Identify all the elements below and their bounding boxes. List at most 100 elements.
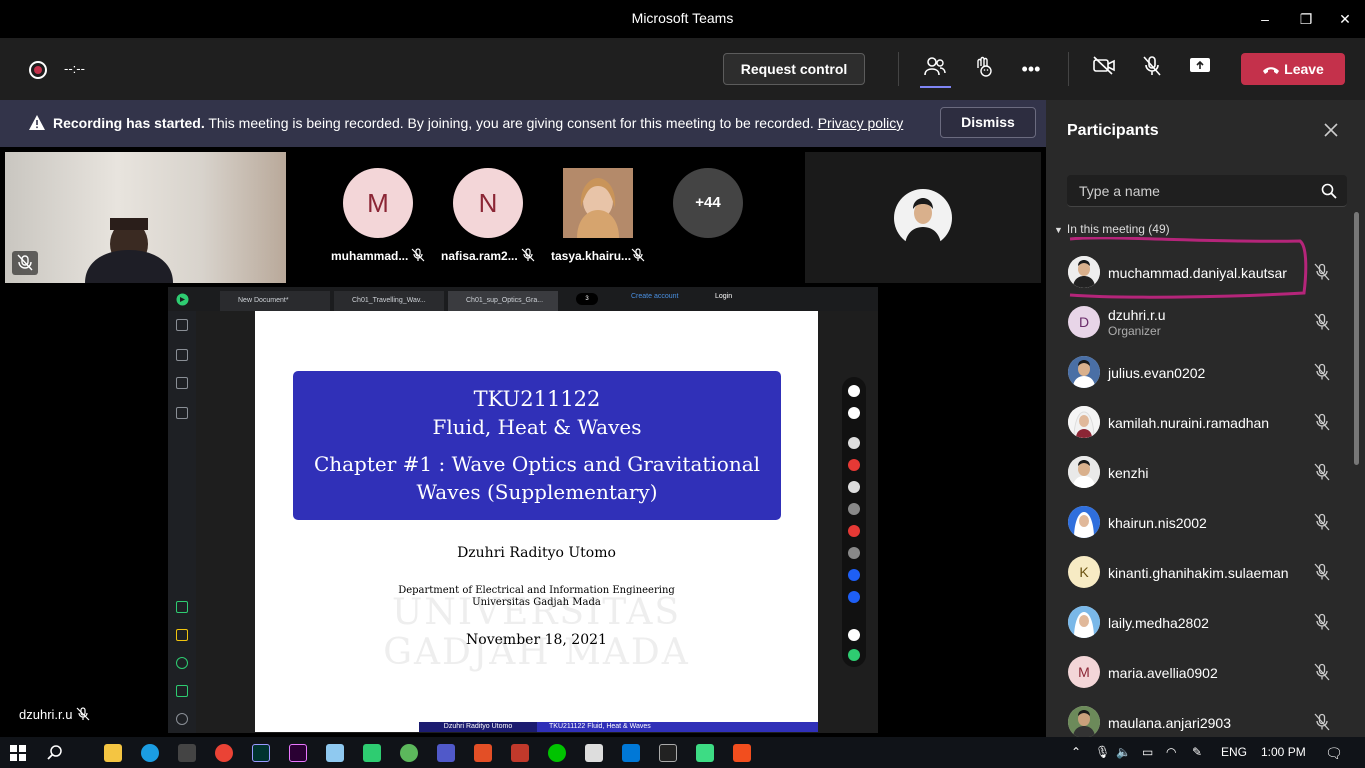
participant-row[interactable]: kenzhi bbox=[1046, 448, 1346, 498]
trash-icon[interactable] bbox=[176, 685, 188, 697]
paint-icon[interactable] bbox=[585, 744, 603, 762]
self-avatar-photo bbox=[894, 189, 952, 247]
audition-icon[interactable] bbox=[252, 744, 270, 762]
overflow-count: +44 bbox=[673, 168, 743, 238]
mic-off-icon bbox=[1314, 713, 1330, 731]
gallery-name-3: tasya.khairu... bbox=[551, 249, 632, 263]
login-link[interactable]: Login bbox=[715, 293, 732, 300]
reactions-button[interactable] bbox=[969, 55, 997, 83]
binoculars-icon[interactable] bbox=[176, 349, 188, 361]
search-input[interactable] bbox=[1067, 175, 1307, 207]
pen-tray-icon[interactable]: ✎ bbox=[1192, 745, 1202, 759]
settings-icon[interactable] bbox=[176, 713, 188, 725]
participant-row[interactable]: D dzuhri.r.u Organizer bbox=[1046, 298, 1346, 348]
panel-title: Participants bbox=[1067, 122, 1159, 139]
create-account-link[interactable]: Create account bbox=[631, 293, 678, 300]
hand-icon[interactable] bbox=[848, 385, 860, 397]
highlighter-icon[interactable] bbox=[848, 503, 860, 515]
dismiss-button[interactable]: Dismiss bbox=[940, 107, 1036, 138]
keyboard-icon[interactable] bbox=[176, 377, 188, 389]
teams-icon[interactable] bbox=[437, 744, 455, 762]
browser-tab[interactable]: Ch01_Travelling_Wav... bbox=[334, 291, 444, 311]
participant-name: kinanti.ghanihakim.sulaeman bbox=[1108, 565, 1289, 581]
participant-row[interactable]: julius.evan0202 bbox=[1046, 348, 1346, 398]
close-window-button[interactable]: ✕ bbox=[1330, 8, 1360, 30]
participant-row[interactable]: K kinanti.ghanihakim.sulaeman bbox=[1046, 548, 1346, 598]
microphone-tray-icon[interactable]: 🎙 bbox=[1095, 745, 1110, 759]
tray-chevron-icon[interactable]: ⌃ bbox=[1071, 745, 1081, 759]
participant-row[interactable]: khairun.nis2002 bbox=[1046, 498, 1346, 548]
red-pen-icon[interactable] bbox=[848, 459, 860, 471]
add-icon[interactable] bbox=[176, 629, 188, 641]
grid-icon[interactable] bbox=[176, 407, 188, 419]
color-picker-icon[interactable] bbox=[848, 629, 860, 641]
avatar-photo bbox=[563, 168, 633, 238]
gallery-overflow-tile[interactable]: +44 bbox=[668, 168, 748, 238]
search-icon[interactable] bbox=[46, 744, 64, 762]
utorrent-icon[interactable] bbox=[400, 744, 418, 762]
copy-icon[interactable] bbox=[176, 319, 188, 331]
gallery-tile-1[interactable]: M bbox=[338, 168, 418, 238]
volume-icon[interactable]: 🔈 bbox=[1116, 745, 1131, 759]
notifications-icon[interactable]: 🗨 bbox=[1325, 745, 1343, 762]
participant-row[interactable]: kamilah.nuraini.ramadhan bbox=[1046, 398, 1346, 448]
close-panel-button[interactable] bbox=[1321, 120, 1341, 140]
leave-button[interactable]: Leave bbox=[1241, 53, 1345, 85]
file-explorer-icon[interactable] bbox=[104, 744, 122, 762]
privacy-policy-link[interactable]: Privacy policy bbox=[818, 115, 904, 131]
windows-start-icon[interactable] bbox=[10, 745, 26, 761]
notepad-icon[interactable] bbox=[326, 744, 344, 762]
mic-off-button[interactable] bbox=[1138, 55, 1166, 83]
blue-marker-icon[interactable] bbox=[848, 591, 860, 603]
chrome-icon[interactable] bbox=[215, 744, 233, 762]
minimize-button[interactable]: – bbox=[1250, 8, 1280, 30]
app-icon[interactable] bbox=[511, 744, 529, 762]
cloud-icon[interactable] bbox=[176, 601, 188, 613]
pencil-icon[interactable] bbox=[848, 547, 860, 559]
line-icon[interactable] bbox=[548, 744, 566, 762]
profile-photo-image bbox=[1068, 456, 1100, 488]
blue-pen-icon[interactable] bbox=[848, 569, 860, 581]
sync-icon[interactable] bbox=[176, 657, 188, 669]
mic-off-icon bbox=[1314, 563, 1330, 581]
eraser-icon[interactable] bbox=[848, 481, 860, 493]
gallery-tile-2[interactable]: N bbox=[448, 168, 528, 238]
participant-video[interactable] bbox=[5, 152, 286, 283]
toggle-icon[interactable] bbox=[848, 649, 860, 661]
red-marker-icon[interactable] bbox=[848, 525, 860, 537]
panel-scrollbar[interactable] bbox=[1354, 212, 1359, 465]
participant-row[interactable]: laily.medha2802 bbox=[1046, 598, 1346, 648]
premiere-icon[interactable] bbox=[289, 744, 307, 762]
mic-off-icon bbox=[1314, 363, 1330, 381]
gallery-tile-3[interactable] bbox=[558, 168, 638, 238]
pointer-icon[interactable] bbox=[848, 407, 860, 419]
in-meeting-section[interactable]: ▼ In this meeting (49) bbox=[1054, 222, 1170, 236]
more-actions-button[interactable]: ••• bbox=[1017, 55, 1045, 83]
search-icon[interactable] bbox=[1321, 183, 1337, 199]
android-studio-icon[interactable] bbox=[696, 744, 714, 762]
participant-name: maulana.anjari2903 bbox=[1108, 715, 1231, 731]
store-icon[interactable] bbox=[178, 744, 196, 762]
edge-icon[interactable] bbox=[141, 744, 159, 762]
tab-count-badge[interactable]: 3 bbox=[576, 293, 598, 305]
participant-row[interactable]: M maria.avellia0902 bbox=[1046, 648, 1346, 698]
clock[interactable]: 1:00 PM bbox=[1261, 745, 1306, 759]
participants-button[interactable] bbox=[921, 55, 949, 83]
figma-icon[interactable] bbox=[733, 744, 751, 762]
language-indicator[interactable]: ENG bbox=[1221, 745, 1247, 759]
mic-off-icon bbox=[1314, 263, 1330, 281]
camera-off-button[interactable] bbox=[1090, 55, 1118, 83]
terminal-icon[interactable] bbox=[659, 744, 677, 762]
browser-tab[interactable]: New Document* bbox=[220, 291, 330, 311]
request-control-button[interactable]: Request control bbox=[723, 53, 865, 85]
vscode-icon[interactable] bbox=[622, 744, 640, 762]
pen-icon[interactable] bbox=[848, 437, 860, 449]
title-bar: Microsoft Teams – ❐ ✕ bbox=[0, 0, 1365, 38]
maximize-button[interactable]: ❐ bbox=[1291, 8, 1321, 30]
battery-icon[interactable]: ▭ bbox=[1142, 745, 1153, 759]
wifi-icon[interactable]: ◠ bbox=[1166, 745, 1176, 759]
acrobat-icon[interactable] bbox=[474, 744, 492, 762]
media-player-icon[interactable] bbox=[363, 744, 381, 762]
browser-tab[interactable]: Ch01_sup_Optics_Gra... bbox=[448, 291, 558, 311]
share-screen-button[interactable] bbox=[1186, 55, 1214, 83]
